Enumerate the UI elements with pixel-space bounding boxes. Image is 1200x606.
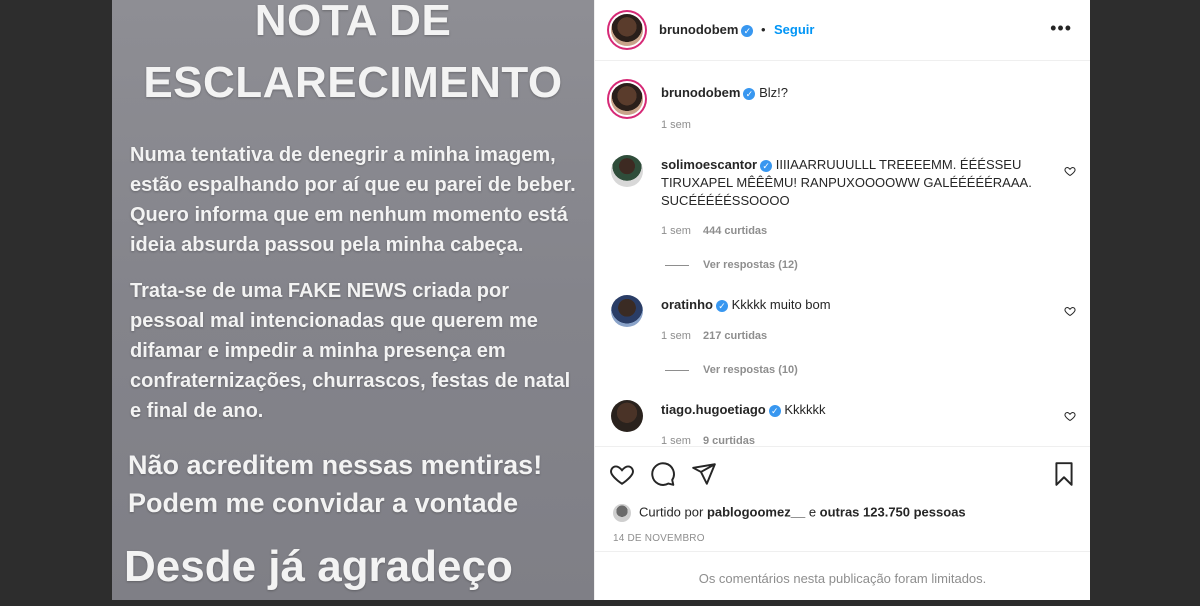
comment-3-text: Kkkkkk (784, 402, 826, 417)
comment-2-username[interactable]: oratinho (661, 297, 713, 312)
backdrop-left (0, 0, 112, 600)
story-paragraph-1: Numa tentativa de denegrir a minha image… (130, 144, 576, 256)
replies-divider (665, 264, 689, 266)
comment-2-text: Kkkkk muito bom (731, 297, 831, 312)
comment-avatar[interactable] (611, 295, 643, 327)
more-icon[interactable]: ••• (1050, 18, 1072, 39)
view-replies-button[interactable]: Ver respostas (10) (665, 364, 798, 376)
replies-divider (665, 369, 689, 371)
story-title-line2: ESCLARECIMENTO (143, 58, 563, 107)
liked-by: Curtido por pablogoomez__ e outras 123.7… (613, 504, 966, 522)
author-username[interactable]: brunodobem ✓ (659, 22, 754, 37)
heart-icon[interactable] (1064, 410, 1076, 422)
comment-3: tiago.hugoetiago ✓ Kkkkkk (661, 401, 1051, 419)
view-replies-label[interactable]: Ver respostas (10) (703, 364, 798, 376)
verified-icon: ✓ (743, 87, 756, 100)
comment-2-meta: 1 sem 217 curtidas (661, 330, 767, 342)
liked-by-conj: e (808, 504, 817, 520)
author-username-text[interactable]: brunodobem (659, 22, 738, 37)
bookmark-icon[interactable] (1051, 461, 1077, 487)
comment-3-time: 1 sem (661, 435, 691, 445)
verified-icon: ✓ (768, 404, 781, 417)
share-icon[interactable] (691, 461, 717, 487)
comment-3-likes[interactable]: 9 curtidas (703, 435, 755, 445)
comment-3-username[interactable]: tiago.hugoetiago (661, 402, 766, 417)
story-paragraph-3: Não acreditem nessas mentiras! Podem me … (128, 450, 543, 518)
comment-2-likes[interactable]: 217 curtidas (703, 330, 767, 342)
verified-icon: ✓ (741, 24, 754, 37)
comment-1-username[interactable]: solimoescantor (661, 157, 757, 172)
caption-avatar[interactable] (611, 83, 643, 115)
liked-by-others[interactable]: outras 123.750 pessoas (820, 504, 966, 519)
verified-icon: ✓ (716, 299, 728, 312)
author-avatar[interactable] (611, 14, 643, 46)
separator-dot: • (761, 22, 766, 37)
comment-1: solimoescantor ✓ IIIIAARRUUULLL TREEEEMM.… (661, 156, 1051, 210)
comment-2: oratinho ✓ Kkkkk muito bom (661, 296, 1051, 314)
story-title-line1: NOTA DE (254, 0, 452, 45)
comment-1-meta: 1 sem 444 curtidas (661, 225, 767, 237)
post-header: brunodobem ✓ • Seguir ••• (595, 0, 1090, 61)
action-bar (595, 446, 1090, 499)
liker-avatar[interactable] (613, 504, 631, 522)
backdrop-right (1090, 0, 1200, 600)
post-date[interactable]: 14 DE NOVEMBRO (613, 533, 705, 544)
comment-avatar[interactable] (611, 400, 643, 432)
post-image: NOTA DE ESCLARECIMENTO Numa tentativa de… (112, 0, 594, 600)
comments-list[interactable]: brunodobem ✓ Blz!? 1 sem solimoescantor ✓ … (595, 61, 1090, 445)
comment-3-meta: 1 sem 9 curtidas (661, 435, 755, 445)
comment-1-likes[interactable]: 444 curtidas (703, 225, 767, 237)
view-replies-label[interactable]: Ver respostas (12) (703, 259, 798, 271)
comments-limited-notice: Os comentários nesta publicação foram li… (595, 551, 1090, 601)
comment-avatar[interactable] (611, 155, 643, 187)
liked-by-user[interactable]: pablogoomez__ (707, 504, 805, 519)
heart-icon[interactable] (609, 461, 635, 487)
caption-username[interactable]: brunodobem (661, 85, 740, 100)
view-replies-button[interactable]: Ver respostas (12) (665, 259, 798, 271)
comment-1-time: 1 sem (661, 225, 691, 237)
comment-icon[interactable] (650, 461, 676, 487)
caption: brunodobem ✓ Blz!? (661, 84, 1061, 102)
comment-2-time: 1 sem (661, 330, 691, 342)
story-paragraph-2: Trata-se de uma FAKE NEWS criada por pes… (130, 280, 571, 422)
follow-button[interactable]: Seguir (774, 22, 814, 37)
heart-icon[interactable] (1064, 305, 1076, 317)
heart-icon[interactable] (1064, 165, 1076, 177)
liked-by-prefix: Curtido por (639, 504, 704, 520)
story-paragraph-4: Desde já agradeço (124, 542, 513, 591)
caption-time: 1 sem (661, 119, 691, 131)
caption-text: Blz!? (759, 85, 788, 100)
post-panel: brunodobem ✓ • Seguir ••• brunodobem ✓ Blz… (594, 0, 1090, 600)
verified-icon: ✓ (760, 159, 773, 172)
